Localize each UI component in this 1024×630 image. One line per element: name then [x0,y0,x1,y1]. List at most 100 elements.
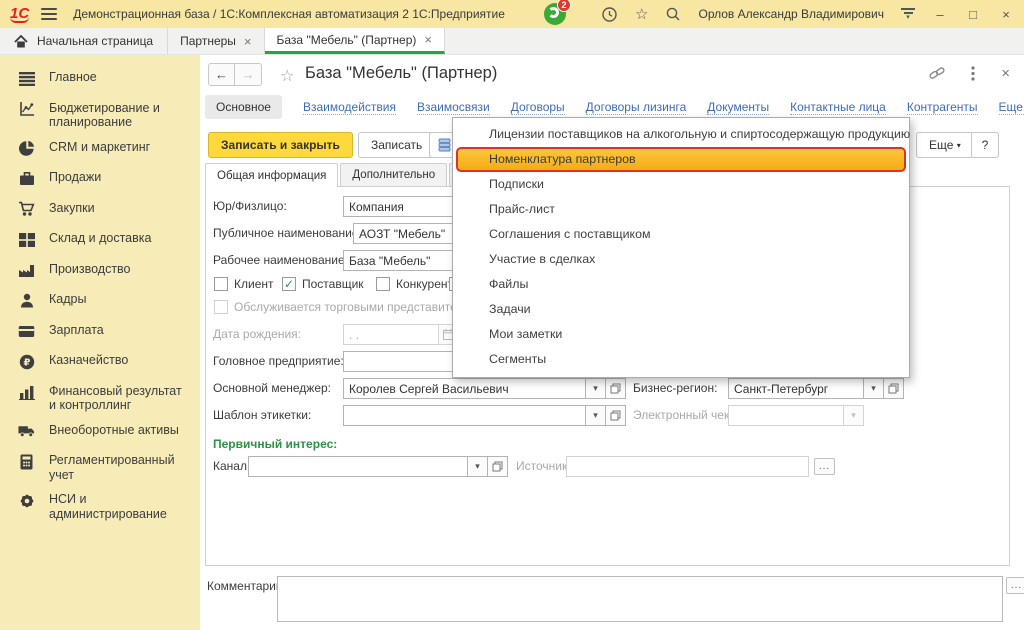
menu-item-partner-nomenclature[interactable]: Номенклатура партнеров [456,147,906,172]
client-checkbox[interactable]: Клиент [214,277,274,291]
bar-chart-icon [18,384,35,401]
sidebar-item-assets[interactable]: Внеоборотные активы [18,423,200,444]
menu-item-files[interactable]: Файлы [453,272,909,297]
dropdown-arrow-icon: ▾ [844,405,864,426]
checkbox-box [376,277,390,291]
birth-date-label: Дата рождения: [213,327,301,341]
tab-additional[interactable]: Дополнительно [340,163,447,186]
served-by-reps-checkbox[interactable]: Обслуживается торговыми представителями [214,300,485,314]
favorites-star-icon[interactable]: ☆ [635,7,648,22]
dropdown-arrow-icon[interactable]: ▾ [586,378,606,399]
current-user-name[interactable]: Орлов Александр Владимирович [698,7,884,21]
business-region-input[interactable]: Санкт-Петербург [728,378,864,399]
nav-link-leasing[interactable]: Договоры лизинга [586,100,687,115]
save-button[interactable]: Записать [358,132,435,158]
menu-item-segments[interactable]: Сегменты [453,347,909,372]
close-window-button[interactable]: × [998,7,1014,22]
dropdown-arrow-icon[interactable]: ▾ [586,405,606,426]
menu-item-deal-participation[interactable]: Участие в сделках [453,247,909,272]
nav-link-relations[interactable]: Взаимосвязи [417,100,490,115]
nav-link-documents[interactable]: Документы [707,100,769,115]
open-icon[interactable] [606,378,626,399]
close-tab-icon[interactable]: × [424,32,432,47]
home-tab[interactable]: Начальная страница [0,28,168,54]
source-input[interactable] [566,456,809,477]
supplier-checkbox[interactable]: ✓ Поставщик [282,277,364,291]
menu-item-subscriptions[interactable]: Подписки [453,172,909,197]
menu-item-tasks[interactable]: Задачи [453,297,909,322]
search-icon[interactable] [665,6,681,22]
back-button[interactable]: ← [208,63,235,86]
comment-input[interactable] [277,576,1003,622]
sidebar-item-purchasing[interactable]: Закупки [18,201,200,222]
open-icon[interactable] [884,378,904,399]
forward-button[interactable]: → [235,63,262,86]
history-icon[interactable] [601,6,618,23]
titlebar-settings-icon[interactable]: ▾ [901,8,915,20]
main-manager-input[interactable]: Королев Сергей Васильевич [343,378,586,399]
sidebar-item-regulated[interactable]: Регламентированный учет [18,453,200,483]
label-template-input[interactable] [343,405,586,426]
channel-input[interactable] [248,456,468,477]
sidebar-item-salary[interactable]: Зарплата [18,323,200,344]
sidebar-item-production[interactable]: Производство [18,262,200,283]
e-receipt-input[interactable] [728,405,844,426]
sidebar-item-admin[interactable]: НСИ и администрирование [18,492,200,522]
sidebar-item-treasury[interactable]: ₽ Казначейство [18,353,200,374]
label-template-label: Шаблон этикетки: [213,408,311,422]
tab-general-info[interactable]: Общая информация [205,163,338,187]
sidebar-item-main[interactable]: Главное [18,70,200,91]
nav-link-interactions[interactable]: Взаимодействия [303,100,396,115]
sidebar-item-warehouse[interactable]: Склад и доставка [18,231,200,252]
comment-expand-button[interactable]: ... [1006,577,1024,594]
tab-partners[interactable]: Партнеры × [168,28,264,54]
menu-item-my-notes[interactable]: Мои заметки [453,322,909,347]
more-actions-button[interactable]: Еще ▾ [916,132,974,158]
dropdown-arrow-icon[interactable]: ▾ [468,456,488,477]
ruble-coin-icon: ₽ [18,353,35,370]
page-title: База "Мебель" (Партнер) [305,64,497,83]
sidebar-item-finresult[interactable]: Финансовый результат и контроллинг [18,384,200,414]
home-tab-label: Начальная страница [37,34,153,48]
open-icon[interactable] [488,456,508,477]
favorite-star-icon[interactable]: ☆ [280,66,294,86]
open-icon[interactable] [606,405,626,426]
close-tab-icon[interactable]: × [244,34,252,49]
menu-item-supplier-agreements[interactable]: Соглашения с поставщиком [453,222,909,247]
sidebar-item-sales[interactable]: Продажи [18,170,200,191]
business-region-label: Бизнес-регион: [633,381,717,395]
source-label: Источник: [516,459,571,473]
notification-center-icon[interactable]: 2 [544,3,566,25]
tab-partner-card[interactable]: База "Мебель" (Партнер) × [265,28,445,54]
head-company-label: Головное предприятие: [213,354,344,368]
more-menu-icon[interactable] [971,66,975,81]
sidebar-item-crm[interactable]: CRM и маркетинг [18,140,200,161]
factory-icon [18,262,35,279]
nav-link-counterparties[interactable]: Контрагенты [907,100,978,115]
source-select-button[interactable]: ... [814,458,835,475]
checkbox-box [214,300,228,314]
menu-item-price-list[interactable]: Прайс-лист [453,197,909,222]
sidebar-item-hr[interactable]: Кадры [18,292,200,313]
maximize-button[interactable]: □ [965,7,981,22]
cart-icon [18,201,35,218]
sections-sidebar: Главное Бюджетирование и планирование CR… [0,55,200,630]
nav-main-chip[interactable]: Основное [205,95,282,119]
close-form-icon[interactable]: × [1001,65,1010,82]
save-and-close-button[interactable]: Записать и закрыть [208,132,353,158]
help-button[interactable]: ? [971,132,999,158]
dropdown-arrow-icon[interactable]: ▾ [864,378,884,399]
truck-icon [18,423,35,440]
get-link-icon[interactable] [929,66,945,81]
nav-link-more[interactable]: Еще... ▾ [999,100,1024,115]
work-name-label: Рабочее наименование: [213,253,348,267]
main-menu-icon[interactable] [41,8,57,20]
competitor-checkbox[interactable]: Конкурент [376,277,453,291]
form-nav-links: Основное Взаимодействия Взаимосвязи Дого… [205,95,1017,119]
menu-item-licenses[interactable]: Лицензии поставщиков на алкогольную и сп… [453,122,909,147]
birth-date-input[interactable]: . . [343,324,439,345]
nav-link-contracts[interactable]: Договоры [511,100,565,115]
nav-link-contact-persons[interactable]: Контактные лица [790,100,886,115]
minimize-button[interactable]: – [932,7,948,22]
sidebar-item-budgeting[interactable]: Бюджетирование и планирование [18,101,200,131]
